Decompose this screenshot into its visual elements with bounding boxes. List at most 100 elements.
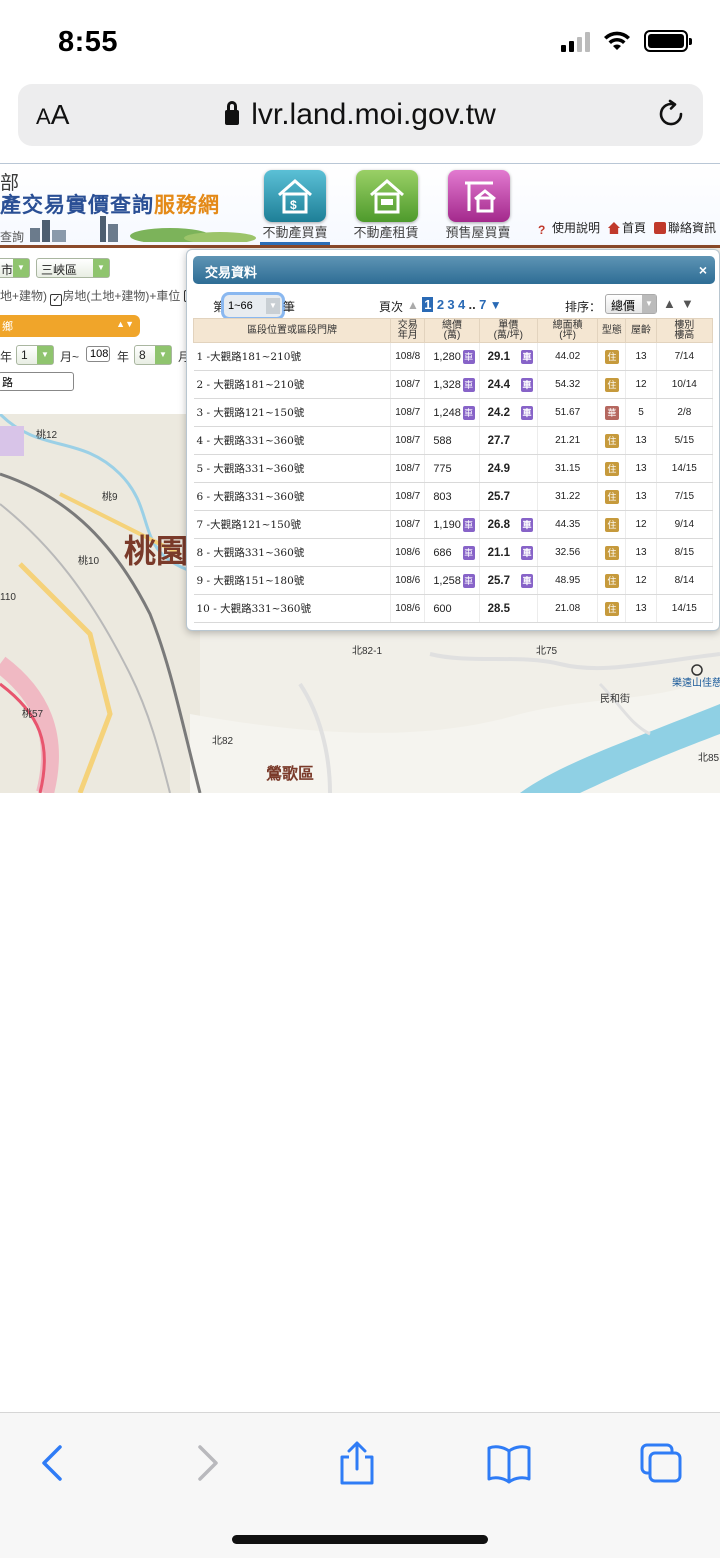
unit-price-value: 27.7 <box>487 434 511 447</box>
table-row[interactable]: 8 - 大觀路331~360號 108/6 686 車 21.1 車 32.56 住 13 8/1… <box>193 538 714 567</box>
building-type-icon[interactable]: 住 <box>604 489 619 504</box>
address-bar[interactable]: AAAA lvr.land.moi.gov.tw <box>18 84 703 146</box>
back-icon[interactable] <box>30 1441 80 1485</box>
table-row[interactable]: 7 -大觀路121~150號 108/7 1,190 車 26.8 車 44.35 住 12 9/… <box>193 510 714 539</box>
sort-select[interactable]: 總價 ▼ <box>605 294 657 314</box>
total-price-value: 686 <box>433 546 452 559</box>
building-type-icon[interactable]: 住 <box>604 517 619 532</box>
parking-icon[interactable]: 車 <box>520 377 533 392</box>
year-from-label: 年 <box>0 350 13 364</box>
cell-floor: 7/15 <box>656 482 714 511</box>
parking-icon[interactable]: 車 <box>520 405 533 420</box>
table-header-row: 區段位置或區段門牌 交易 年月 總價 (萬) 單價 (萬/坪) 總面積 (坪) … <box>192 318 714 343</box>
parking-icon[interactable]: 車 <box>520 517 533 532</box>
svg-text:北82: 北82 <box>212 735 234 747</box>
close-icon[interactable]: × <box>699 262 707 278</box>
parking-icon[interactable]: 車 <box>520 545 533 560</box>
parking-icon[interactable]: 車 <box>462 517 475 532</box>
reload-icon[interactable] <box>655 98 687 130</box>
page-up-icon[interactable]: ▲ <box>407 298 419 312</box>
parking-icon[interactable]: 車 <box>520 349 533 364</box>
checkbox-house-land[interactable]: ✓ <box>50 294 63 306</box>
sort-desc-icon[interactable]: ▼ <box>681 296 694 311</box>
contact-link[interactable]: 聯絡資訊 <box>653 219 716 236</box>
table-row[interactable]: 6 - 大觀路331~360號 108/7 803 25.7 31.22 住 13 7/15 <box>193 482 714 511</box>
building-type-icon[interactable]: 住 <box>604 433 619 448</box>
chevron-down-icon: ▼ <box>266 298 280 314</box>
city-select[interactable]: 市 ▼ <box>0 258 30 278</box>
building-type-icon[interactable]: 住 <box>604 601 619 616</box>
month-to-select[interactable]: 8 ▼ <box>134 345 172 365</box>
search-mode-select[interactable]: 鄉 ▲▼ <box>0 315 140 337</box>
building-type-icon[interactable]: 住 <box>604 545 619 560</box>
building-type-icon[interactable]: 住 <box>604 573 619 588</box>
cell-type: 華 <box>597 398 627 427</box>
cell-address[interactable]: 6 - 大觀路331~360號 <box>193 482 392 511</box>
home-indicator[interactable] <box>232 1535 488 1544</box>
parking-icon[interactable]: 車 <box>462 377 475 392</box>
cell-address[interactable]: 1 -大觀路181~210號 <box>193 342 392 371</box>
cell-unit-price: 24.9 <box>479 454 538 483</box>
parking-icon[interactable]: 車 <box>462 405 475 420</box>
nav-rent-label[interactable]: 不動產租賃 <box>336 222 436 241</box>
cell-address[interactable]: 2 - 大觀路181~210號 <box>193 370 392 399</box>
cell-age: 12 <box>625 510 657 539</box>
cell-floor: 7/14 <box>656 342 714 371</box>
page-2-link[interactable]: 2 <box>437 297 444 312</box>
table-row[interactable]: 9 - 大觀路151~180號 108/6 1,258 車 25.7 車 48.95 住 12 8… <box>193 566 714 595</box>
table-row[interactable]: 4 - 大觀路331~360號 108/7 588 27.7 21.21 住 13 5/15 <box>193 426 714 455</box>
page-down-icon[interactable]: ▼ <box>490 298 502 312</box>
cell-address[interactable]: 7 -大觀路121~150號 <box>193 510 392 539</box>
table-row[interactable]: 5 - 大觀路331~360號 108/7 775 24.9 31.15 住 13 14/15 <box>193 454 714 483</box>
nav-presale-button[interactable] <box>448 170 510 222</box>
nav-sale-label[interactable]: 不動產買賣 <box>245 222 345 241</box>
cell-type: 住 <box>597 566 627 595</box>
record-range-select[interactable]: 1~66 ▼ <box>221 292 285 320</box>
table-row[interactable]: 10 - 大觀路331~360號 108/6 600 28.5 21.08 住 13 14/1… <box>193 594 714 623</box>
forward-icon[interactable] <box>180 1441 230 1485</box>
transaction-dialog: 交易資料 × 第 1~66 ▼ 筆 頁次 ▲ 1 2 3 4 .. 7 ▼ 排序… <box>186 249 720 631</box>
building-type-icon[interactable]: 住 <box>604 349 619 364</box>
tabs-icon[interactable] <box>636 1441 686 1485</box>
month-from-select[interactable]: 1 ▼ <box>16 345 54 365</box>
table-row[interactable]: 3 - 大觀路121~150號 108/7 1,248 車 24.2 車 51.67 華 5 2/… <box>193 398 714 427</box>
unit-price-value: 29.1 <box>487 350 511 363</box>
page-ellipsis: .. <box>468 297 476 312</box>
parking-icon[interactable]: 車 <box>462 573 475 588</box>
parking-icon[interactable]: 車 <box>520 573 533 588</box>
page-7-link[interactable]: 7 <box>479 297 486 312</box>
cell-age: 13 <box>625 538 657 567</box>
share-icon[interactable] <box>332 1441 382 1485</box>
road-search-input[interactable]: 路 <box>0 372 74 391</box>
building-type-icon[interactable]: 華 <box>604 405 619 420</box>
cell-address[interactable]: 8 - 大觀路331~360號 <box>193 538 392 567</box>
svg-text:110: 110 <box>0 592 16 603</box>
parking-icon[interactable]: 車 <box>462 349 475 364</box>
cell-age: 13 <box>625 482 657 511</box>
building-type-icon[interactable]: 住 <box>604 377 619 392</box>
nav-sale-button[interactable]: $ <box>264 170 326 222</box>
svg-text:桃57: 桃57 <box>22 707 44 720</box>
building-type-icon[interactable]: 住 <box>604 461 619 476</box>
cell-address[interactable]: 5 - 大觀路331~360號 <box>193 454 392 483</box>
cell-address[interactable]: 3 - 大觀路121~150號 <box>193 398 392 427</box>
page-4-link[interactable]: 4 <box>458 297 465 312</box>
cell-floor: 14/15 <box>656 454 714 483</box>
year-to-input[interactable]: 108 <box>86 346 110 362</box>
cell-address[interactable]: 10 - 大觀路331~360號 <box>193 594 392 623</box>
nav-rent-button[interactable] <box>356 170 418 222</box>
sort-asc-icon[interactable]: ▲ <box>663 296 676 311</box>
bookmarks-icon[interactable] <box>484 1441 534 1485</box>
cell-address[interactable]: 4 - 大觀路331~360號 <box>193 426 392 455</box>
home-link[interactable]: 首頁 <box>607 219 646 236</box>
parking-icon[interactable]: 車 <box>462 545 475 560</box>
page-1-link[interactable]: 1 <box>422 297 434 312</box>
cell-address[interactable]: 9 - 大觀路151~180號 <box>193 566 392 595</box>
nav-presale-label[interactable]: 預售屋買賣 <box>428 222 528 241</box>
page-3-link[interactable]: 3 <box>447 297 454 312</box>
help-link[interactable]: ? 使用說明 <box>538 219 600 237</box>
table-row[interactable]: 2 - 大觀路181~210號 108/7 1,328 車 24.4 車 54.32 住 12 1… <box>193 370 714 399</box>
url-display[interactable]: lvr.land.moi.gov.tw <box>18 98 703 132</box>
district-select[interactable]: 三峽區 ▼ <box>36 258 110 278</box>
table-row[interactable]: 1 -大觀路181~210號 108/8 1,280 車 29.1 車 44.02 住 13 7/… <box>193 342 714 371</box>
